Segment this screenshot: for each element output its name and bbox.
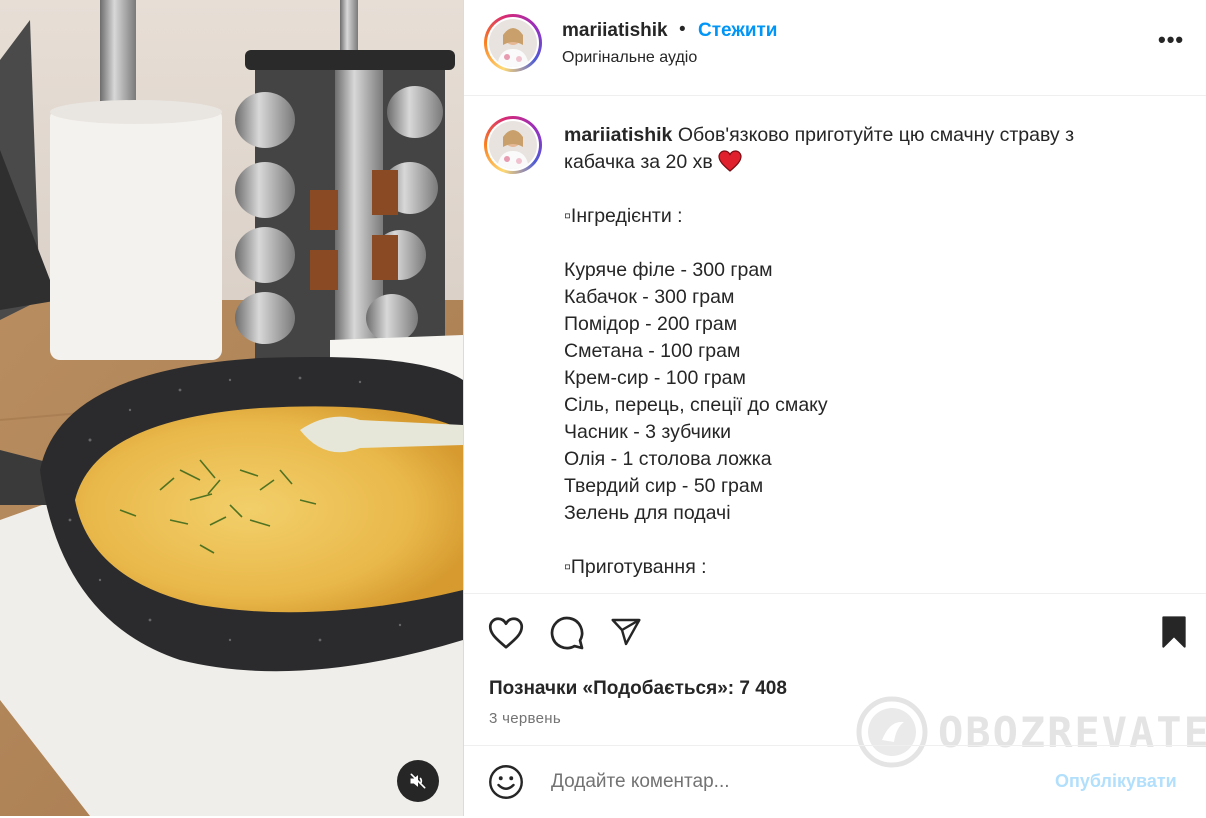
caption-avatar[interactable] xyxy=(484,116,542,174)
profile-photo xyxy=(489,19,537,67)
avatar[interactable] xyxy=(484,14,542,72)
ingredient-line: Часник - 3 зубчики xyxy=(564,421,732,443)
caption-username[interactable]: mariiatishik xyxy=(564,124,672,146)
heart-icon[interactable] xyxy=(488,616,524,650)
caption-line-text: кабачка за 20 хв xyxy=(564,151,713,173)
caption-line-blank xyxy=(564,230,1164,257)
post-header: mariiatishik • Стежити Оригінальне аудіо… xyxy=(464,0,1206,96)
emoji-icon[interactable] xyxy=(488,764,524,800)
post-video[interactable] xyxy=(0,0,463,816)
share-icon[interactable] xyxy=(609,616,643,648)
ingredient-line: Сіль, перець, спеції до смаку xyxy=(564,394,828,416)
post-date[interactable]: 3 червень xyxy=(489,710,561,727)
header-username[interactable]: mariiatishik xyxy=(562,20,668,42)
caption-line-text: Обов'язково приготуйте цю смачну страву … xyxy=(677,124,1075,146)
bookmark-icon[interactable] xyxy=(1159,616,1189,648)
instagram-post-view: mariiatishik • Стежити Оригінальне аудіо… xyxy=(0,0,1206,816)
heart-emoji-icon xyxy=(718,150,742,172)
comment-icon[interactable] xyxy=(549,615,585,651)
ingredient-line: Сметана - 100 грам xyxy=(564,340,741,362)
ingredient-line: Крем-сир - 100 грам xyxy=(564,367,746,389)
ingredient-line: Олія - 1 столова ложка xyxy=(564,448,772,470)
speaker-muted-icon xyxy=(410,773,426,789)
caption-line-blank xyxy=(564,527,1164,554)
publish-button[interactable]: Опублікувати xyxy=(1055,771,1177,792)
caption-line: mariiatishik Обов'язково приготуйте цю с… xyxy=(564,122,1164,149)
ingredient-line: Помідор - 200 грам xyxy=(564,313,738,335)
caption-line: кабачка за 20 хв xyxy=(564,149,1164,176)
caption-section: mariiatishik Обов'язково приготуйте цю с… xyxy=(464,96,1206,594)
ingredient-line: Зелень для подачі xyxy=(564,502,731,524)
caption-line-text: ▫Інгредієнти : xyxy=(564,205,683,227)
comment-input[interactable] xyxy=(549,766,1033,798)
caption-text: mariiatishik Обов'язково приготуйте цю с… xyxy=(564,122,1164,581)
post-details-panel: mariiatishik • Стежити Оригінальне аудіо… xyxy=(463,0,1206,816)
comment-bar: Опублікувати xyxy=(464,745,1206,818)
video-frame xyxy=(0,0,463,816)
audio-label[interactable]: Оригінальне аудіо xyxy=(562,49,697,67)
caption-line-text: ▫Приготування : xyxy=(564,556,707,578)
ingredient-line: Кабачок - 300 грам xyxy=(564,286,735,308)
mute-button[interactable] xyxy=(397,760,439,802)
separator-dot: • xyxy=(679,19,686,40)
likes-count[interactable]: Позначки «Подобається»: 7 408 xyxy=(489,678,787,700)
profile-photo xyxy=(489,121,537,169)
more-options-button[interactable]: ••• xyxy=(1158,27,1184,53)
follow-button[interactable]: Стежити xyxy=(698,20,777,42)
caption-line-blank xyxy=(564,176,1164,203)
ingredient-line: Куряче філе - 300 грам xyxy=(564,259,773,281)
ingredient-line: Твердий сир - 50 грам xyxy=(564,475,764,497)
post-actions: Позначки «Подобається»: 7 408 3 червень … xyxy=(464,593,1206,817)
